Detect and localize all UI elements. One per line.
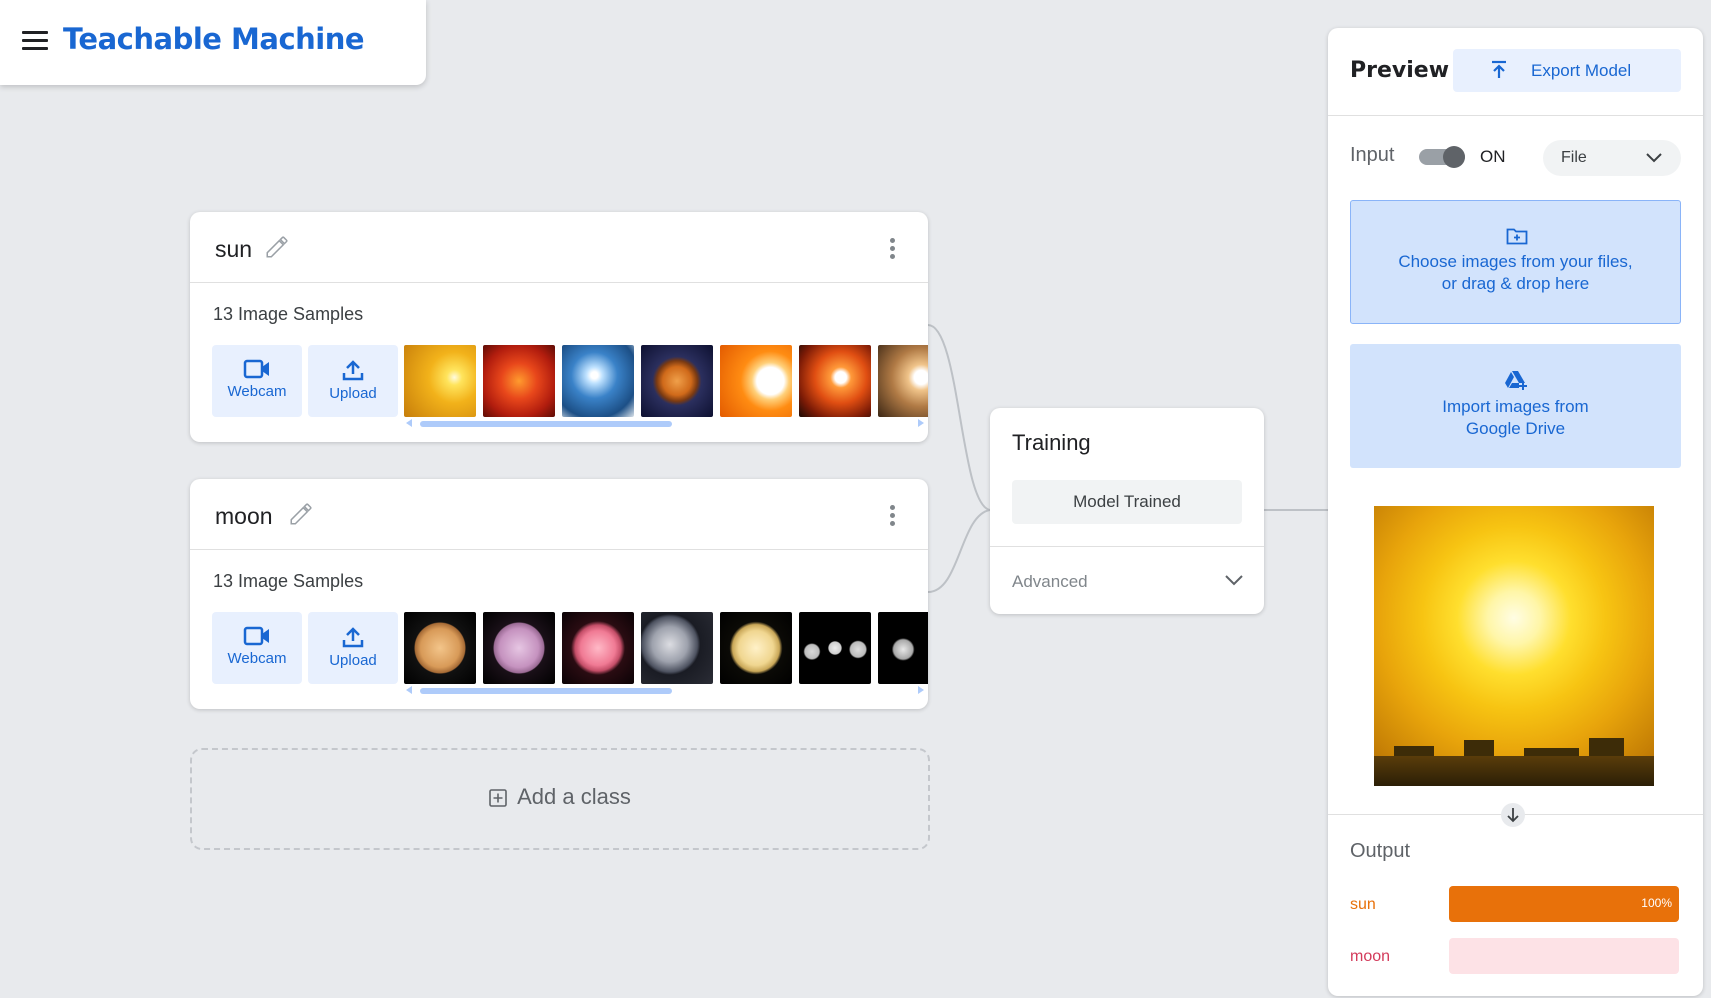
upload-button[interactable]: Upload <box>308 612 398 684</box>
class-card-header: moon <box>190 479 928 550</box>
advanced-toggle[interactable]: Advanced <box>1012 572 1088 592</box>
preview-panel: Preview Export Model Input ON File Choos… <box>1328 28 1703 996</box>
preview-title: Preview <box>1350 58 1450 83</box>
export-model-button[interactable]: Export Model <box>1453 49 1681 92</box>
samples-count: 13 Image Samples <box>213 571 364 591</box>
sample-thumbnails <box>404 345 928 417</box>
add-class-button[interactable]: Add a class <box>190 748 930 850</box>
google-drive-icon <box>1505 371 1527 390</box>
export-icon <box>1492 60 1506 78</box>
app-title[interactable]: Teachable Machine <box>63 22 365 56</box>
add-box-icon <box>489 789 507 807</box>
sample-thumbnail[interactable] <box>483 345 555 417</box>
drop-text-line1: Choose images from your files, <box>1398 252 1633 271</box>
input-source-value: File <box>1561 149 1587 166</box>
menu-icon[interactable] <box>22 31 48 53</box>
upload-icon <box>342 360 364 381</box>
edit-icon[interactable] <box>264 234 290 260</box>
upload-label: Upload <box>329 385 377 402</box>
class-card-header: sun <box>190 212 928 283</box>
drop-text-line2: or drag & drop here <box>1441 274 1590 293</box>
output-label: Output <box>1350 840 1411 862</box>
output-class-label: moon <box>1350 948 1391 965</box>
thumbnail-scrollbar[interactable] <box>404 685 924 695</box>
training-card: Training Model Trained Advanced <box>990 408 1264 614</box>
upload-icon <box>342 627 364 648</box>
sample-thumbnail[interactable] <box>562 345 634 417</box>
drive-text-line1: Import images from <box>1442 397 1589 416</box>
sample-thumbnail[interactable] <box>799 612 871 684</box>
folder-icon <box>1506 228 1528 245</box>
webcam-label: Webcam <box>227 383 287 400</box>
sample-thumbnail[interactable] <box>641 612 713 684</box>
output-class-label: sun <box>1350 896 1376 913</box>
edit-icon[interactable] <box>288 501 314 527</box>
sample-thumbnail[interactable] <box>878 345 928 417</box>
input-label: Input <box>1350 144 1395 166</box>
sample-thumbnail[interactable] <box>720 345 792 417</box>
sample-thumbnail[interactable] <box>562 612 634 684</box>
training-title: Training <box>1012 430 1091 455</box>
upload-button[interactable]: Upload <box>308 345 398 417</box>
webcam-label: Webcam <box>227 650 287 667</box>
upload-label: Upload <box>329 652 377 669</box>
model-trained-button[interactable]: Model Trained <box>1012 480 1242 524</box>
webcam-icon <box>243 626 269 646</box>
output-percent: 100% <box>1641 896 1672 910</box>
chevron-down-icon <box>1646 153 1662 163</box>
more-vert-icon[interactable] <box>890 238 896 260</box>
class-name[interactable]: sun <box>215 236 252 263</box>
file-drop-zone[interactable]: Choose images from your files, or drag &… <box>1350 200 1681 324</box>
app-header: Teachable Machine <box>0 0 426 85</box>
sample-thumbnail[interactable] <box>799 345 871 417</box>
input-toggle[interactable] <box>1419 146 1465 168</box>
sample-thumbnail[interactable] <box>720 612 792 684</box>
sample-thumbnail[interactable] <box>404 345 476 417</box>
divider <box>990 546 1264 547</box>
class-card-moon: moon 13 Image Samples Webcam Upload <box>190 479 928 709</box>
google-drive-import[interactable]: Import images from Google Drive <box>1350 344 1681 468</box>
thumbnail-scrollbar[interactable] <box>404 418 924 428</box>
preview-image <box>1374 506 1654 786</box>
webcam-button[interactable]: Webcam <box>212 612 302 684</box>
sample-thumbnail[interactable] <box>641 345 713 417</box>
webcam-icon <box>243 359 269 379</box>
class-name[interactable]: moon <box>215 503 273 530</box>
sample-thumbnails <box>404 612 928 684</box>
drive-text-line2: Google Drive <box>1465 419 1566 438</box>
samples-count: 13 Image Samples <box>213 304 364 324</box>
output-confidence-bar <box>1449 938 1679 974</box>
sample-thumbnail[interactable] <box>404 612 476 684</box>
toggle-state-label: ON <box>1480 147 1506 166</box>
add-class-label: Add a class <box>517 784 631 809</box>
chevron-down-icon[interactable] <box>1224 574 1244 586</box>
divider <box>1328 115 1703 116</box>
class-card-sun: sun 13 Image Samples Webcam Upload <box>190 212 928 442</box>
arrow-down-icon <box>1501 803 1525 827</box>
output-confidence-bar: 100% <box>1449 886 1679 922</box>
webcam-button[interactable]: Webcam <box>212 345 302 417</box>
input-source-select[interactable]: File <box>1543 140 1681 176</box>
sample-thumbnail[interactable] <box>878 612 928 684</box>
sample-thumbnail[interactable] <box>483 612 555 684</box>
export-label: Export Model <box>1531 61 1632 80</box>
more-vert-icon[interactable] <box>890 505 896 527</box>
